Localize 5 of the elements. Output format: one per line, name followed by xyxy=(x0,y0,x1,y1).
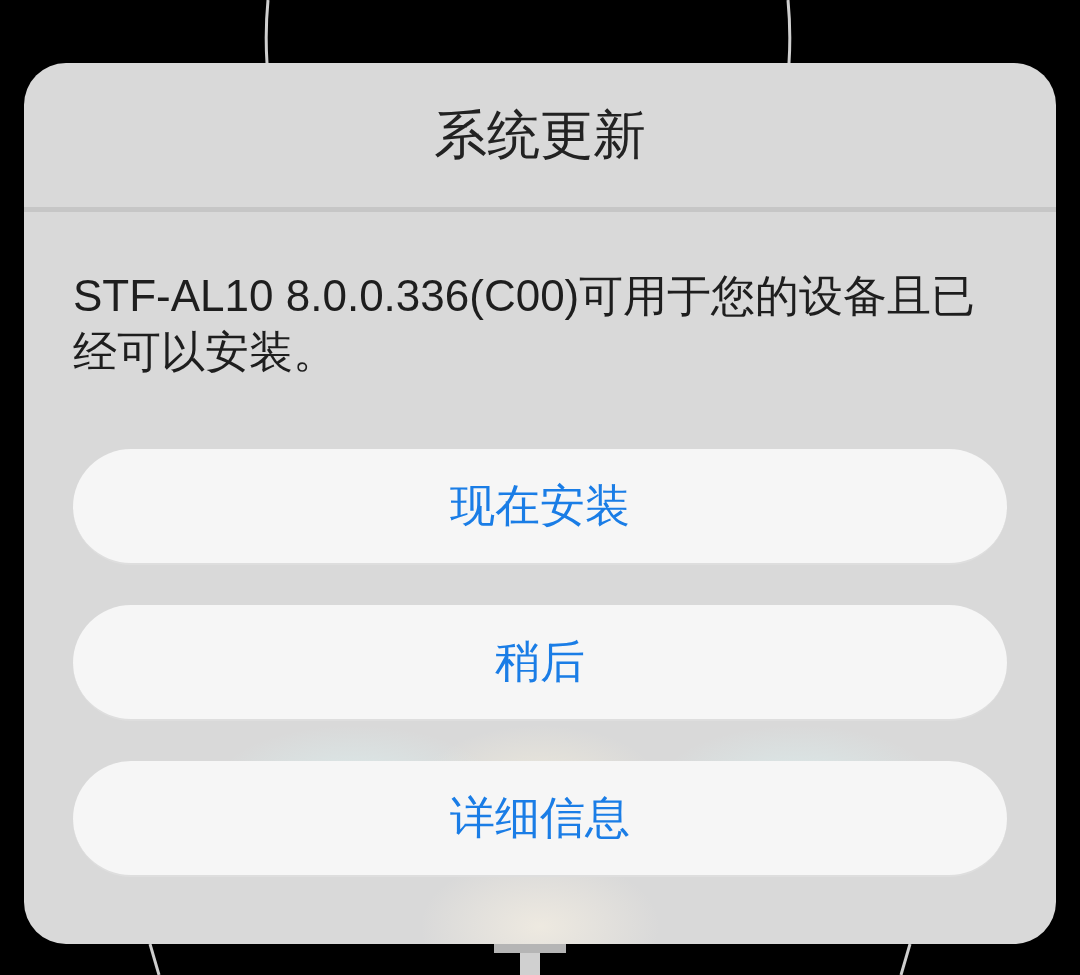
update-message: STF-AL10 8.0.0.336(C00)可用于您的设备且已经可以安装。 xyxy=(73,270,977,378)
dialog-button[interactable]: 稍后 xyxy=(73,605,1007,721)
dialog-title: 系统更新 xyxy=(434,104,646,167)
dialog-button[interactable]: 现在安装 xyxy=(73,449,1007,565)
dialog-button[interactable]: 详细信息 xyxy=(73,761,1007,877)
